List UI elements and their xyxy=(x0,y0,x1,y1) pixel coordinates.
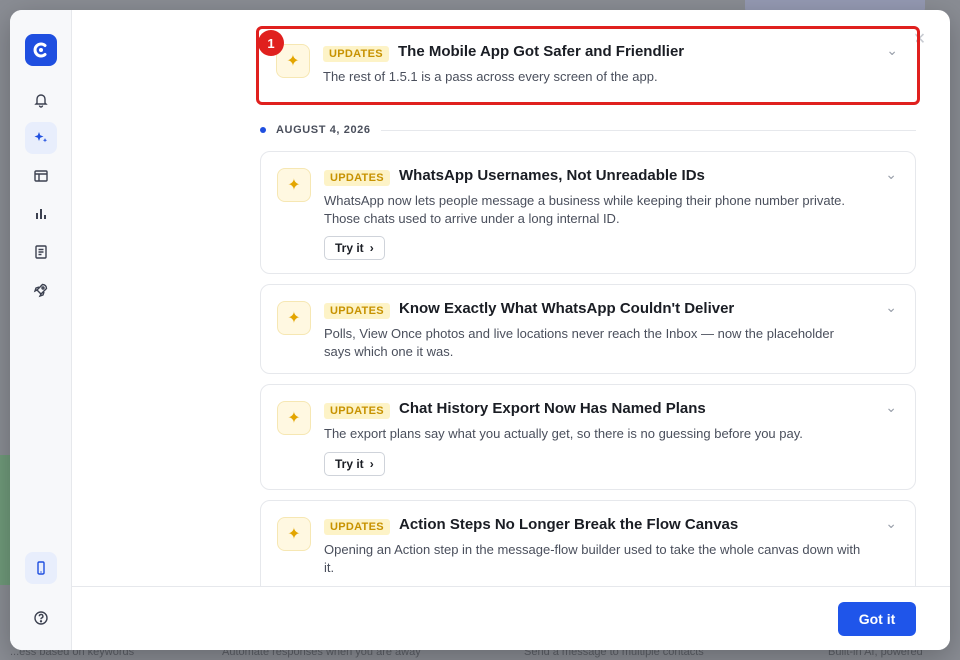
brand-logo-icon[interactable] xyxy=(25,34,57,66)
sparkle-icon: ✦ xyxy=(277,301,311,335)
background-bottom-texts: ...ess based on keywords Automate respon… xyxy=(0,650,960,660)
changelog-entry[interactable]: ✦ UPDATES WhatsApp Usernames, Not Unread… xyxy=(260,151,916,274)
changelog-entry[interactable]: ✦ UPDATES Know Exactly What WhatsApp Cou… xyxy=(260,284,916,374)
chevron-right-icon: › xyxy=(369,457,374,471)
chevron-down-icon[interactable]: ⌄ xyxy=(885,299,897,316)
entry-title: Know Exactly What WhatsApp Couldn't Deli… xyxy=(399,300,735,317)
date-dot xyxy=(260,127,266,133)
date-separator: AUGUST 4, 2026 xyxy=(260,122,916,138)
modal-footer: Got it xyxy=(72,586,950,650)
entry-title: Action Steps No Longer Break the Flow Ca… xyxy=(399,516,739,533)
highlight-box xyxy=(256,26,920,105)
try-it-label: Try it xyxy=(335,241,364,255)
chevron-right-icon: › xyxy=(369,241,374,255)
entry-description: Opening an Action step in the message-fl… xyxy=(324,542,861,575)
got-it-button[interactable]: Got it xyxy=(838,602,916,636)
try-it-label: Try it xyxy=(335,457,364,471)
rocket-icon[interactable] xyxy=(25,274,57,306)
chevron-down-icon[interactable]: ⌄ xyxy=(885,515,897,532)
changelog-entry[interactable]: ✦ UPDATES Action Steps No Longer Break t… xyxy=(260,500,916,586)
entry-description: The export plans say what you actually g… xyxy=(324,426,803,441)
changelog-content[interactable]: ✕ ✦ UPDATES The Mobile App Got Safer and… xyxy=(72,10,950,586)
bar-chart-icon[interactable] xyxy=(25,198,57,230)
side-rail xyxy=(10,10,72,650)
help-circle-icon[interactable] xyxy=(25,602,57,634)
step-number-badge: 1 xyxy=(258,30,284,56)
entry-title: Chat History Export Now Has Named Plans xyxy=(399,400,706,417)
try-it-button[interactable]: Try it › xyxy=(324,236,385,260)
chevron-down-icon[interactable]: ⌄ xyxy=(885,399,897,416)
date-label: AUGUST 4, 2026 xyxy=(276,124,371,136)
changelog-entry[interactable]: ✦ UPDATES Chat History Export Now Has Na… xyxy=(260,384,916,490)
entry-tag: UPDATES xyxy=(324,303,390,319)
entry-description: WhatsApp now lets people message a busin… xyxy=(324,193,846,226)
entry-description: Polls, View Once photos and live locatio… xyxy=(324,326,834,359)
sparkles-icon[interactable] xyxy=(25,122,57,154)
try-it-button[interactable]: Try it › xyxy=(324,452,385,476)
entry-tag: UPDATES xyxy=(324,519,390,535)
whats-new-modal: ✕ ✦ UPDATES The Mobile App Got Safer and… xyxy=(10,10,950,650)
sparkle-icon: ✦ xyxy=(277,401,311,435)
mobile-icon[interactable] xyxy=(25,552,57,584)
date-divider xyxy=(380,129,916,131)
document-icon[interactable] xyxy=(25,236,57,268)
entry-tag: UPDATES xyxy=(324,170,390,186)
chevron-down-icon[interactable]: ⌄ xyxy=(885,166,897,183)
background-text: Send a message to multiple contacts xyxy=(524,650,704,658)
background-text: Built-in AI, powered xyxy=(828,650,923,658)
entry-title: WhatsApp Usernames, Not Unreadable IDs xyxy=(399,167,705,184)
calendar-grid-icon[interactable] xyxy=(25,160,57,192)
background-text: ...ess based on keywords xyxy=(10,650,135,658)
sparkle-icon: ✦ xyxy=(277,517,311,551)
background-text: Automate responses when you are away xyxy=(222,650,421,658)
sparkle-icon: ✦ xyxy=(277,168,311,202)
entry-tag: UPDATES xyxy=(324,403,390,419)
bell-icon[interactable] xyxy=(25,84,57,116)
